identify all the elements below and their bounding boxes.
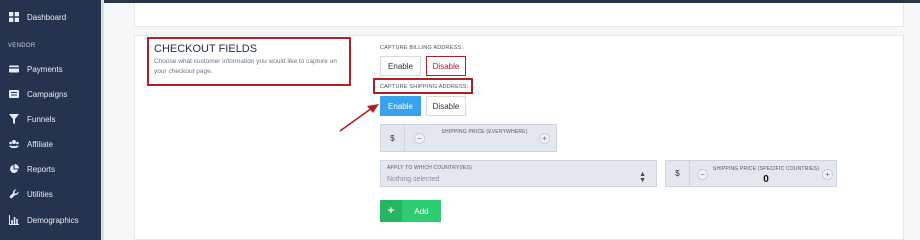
shipping-price-everywhere-label: SHIPPING PRICE (EVERYWHERE) (441, 129, 528, 135)
sidebar-item-label: Payments (27, 64, 63, 74)
decrement-button[interactable]: − (414, 133, 425, 144)
sidebar-item-reports[interactable]: Reports (0, 158, 101, 180)
users-icon (9, 139, 19, 149)
decrement-button[interactable]: − (697, 169, 708, 180)
shipping-disable-button[interactable]: Disable (426, 96, 466, 116)
shipping-price-specific: $ − SHIPPING PRICE (SPECIFIC COUNTRIES) … (665, 160, 837, 187)
pie-chart-icon (9, 164, 19, 174)
sidebar-item-utilities[interactable]: Utilities (0, 183, 101, 205)
section-title: CHECKOUT FIELDS (154, 43, 258, 55)
increment-button[interactable]: + (539, 133, 550, 144)
dashboard-icon (9, 12, 19, 22)
sidebar-item-affiliate[interactable]: Affiliate (0, 133, 101, 155)
sidebar: Dashboard VENDOR Payments Campaigns Funn… (0, 0, 101, 240)
country-select-placeholder: Nothing selected (387, 176, 440, 183)
sidebar-item-label: Campaigns (27, 89, 68, 99)
top-card (134, 3, 904, 27)
sidebar-item-payments[interactable]: Payments (0, 58, 101, 80)
currency-addon: $ (666, 161, 690, 186)
campaigns-icon (9, 89, 19, 99)
shipping-price-everywhere: $ − SHIPPING PRICE (EVERYWHERE) + (380, 124, 557, 152)
add-button-label: Add (414, 206, 429, 216)
sidebar-item-label: Funnels (27, 114, 56, 124)
currency-addon: $ (381, 125, 405, 151)
shipping-enable-button[interactable]: Enable (380, 96, 421, 116)
shipping-price-specific-label: SHIPPING PRICE (SPECIFIC COUNTRIES) (712, 166, 820, 172)
shipping-price-specific-value[interactable]: 0 (712, 174, 820, 185)
country-select-label: APPLY TO WHICH COUNTRY(IES) (387, 165, 472, 171)
sidebar-item-label: Dashboard (27, 12, 67, 22)
sort-arrows-icon: ▲ ▼ (639, 171, 646, 184)
plus-icon: + (380, 200, 402, 222)
sidebar-divider (101, 0, 104, 240)
red-arrow-annotation (339, 104, 379, 132)
sidebar-item-label: Demographics (27, 215, 79, 225)
country-select[interactable]: APPLY TO WHICH COUNTRY(IES) Nothing sele… (380, 160, 657, 187)
sidebar-item-funnels[interactable]: Funnels (0, 108, 101, 130)
bar-chart-icon (9, 215, 19, 225)
shipping-address-label: CAPTURE SHIPPING ADDRESS: (380, 84, 469, 90)
sidebar-item-label: Reports (27, 164, 56, 174)
add-button[interactable]: + Add (380, 200, 441, 222)
billing-enable-button[interactable]: Enable (380, 56, 421, 76)
billing-address-label: CAPTURE BILLING ADDRESS: (380, 45, 464, 51)
sidebar-item-dashboard[interactable]: Dashboard (0, 6, 101, 28)
sidebar-item-label: Affiliate (27, 139, 54, 149)
wrench-icon (9, 189, 19, 199)
billing-disable-button[interactable]: Disable (426, 56, 466, 76)
sidebar-section-label: VENDOR (8, 43, 36, 49)
section-description: Choose what customer information you wou… (154, 58, 337, 75)
increment-button[interactable]: + (822, 169, 833, 180)
sidebar-item-campaigns[interactable]: Campaigns (0, 83, 101, 105)
sidebar-item-demographics[interactable]: Demographics (0, 209, 101, 231)
sidebar-item-label: Utilities (27, 189, 53, 199)
funnel-icon (9, 114, 19, 124)
credit-card-icon (9, 64, 19, 74)
